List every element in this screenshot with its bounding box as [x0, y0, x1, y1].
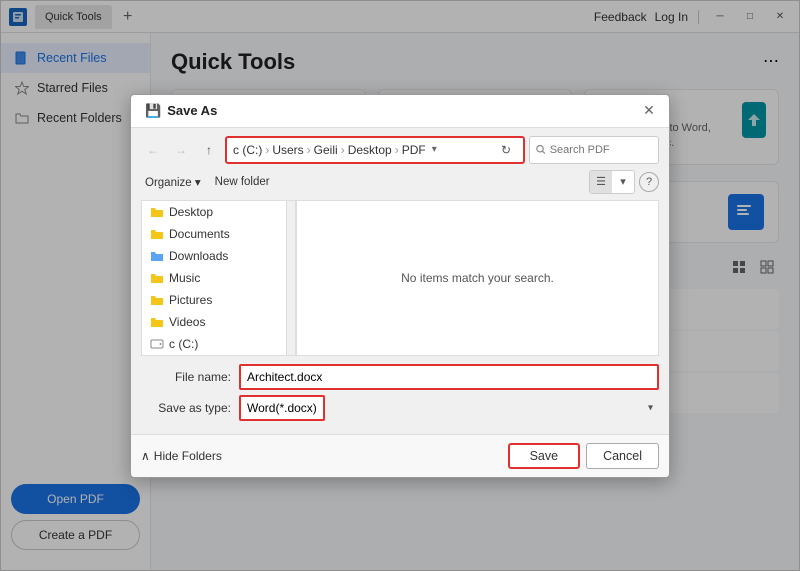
hide-folders-button[interactable]: ∧ Hide Folders: [141, 449, 222, 463]
organize-button[interactable]: Organize ▾: [141, 173, 205, 191]
list-view-button[interactable]: ☰: [590, 171, 612, 193]
separator-icon: ›: [341, 143, 345, 157]
no-match-text: No items match your search.: [401, 271, 554, 285]
tree-item-label: Downloads: [169, 249, 228, 263]
folder-icon: [150, 250, 164, 262]
folder-icon: [150, 316, 164, 328]
breadcrumb-part: Users: [272, 143, 303, 157]
separator-icon: ›: [265, 143, 269, 157]
tree-item-label: Music: [169, 271, 200, 285]
dialog-close-button[interactable]: ✕: [639, 101, 659, 121]
tree-panel: Desktop Documents Downloads Music: [141, 200, 286, 356]
view-toggle: ☰ ▾: [589, 170, 635, 194]
breadcrumb: c (C:) › Users › Geili › Desktop › PDF ▾: [233, 143, 495, 157]
hide-folders-label: Hide Folders: [154, 449, 222, 463]
dialog-toolbar-left: Organize ▾ New folder: [141, 173, 274, 191]
filename-input[interactable]: [239, 364, 659, 390]
breadcrumb-dropdown[interactable]: ▾: [432, 144, 437, 155]
cancel-button[interactable]: Cancel: [586, 443, 659, 469]
dialog-title: 💾 Save As: [145, 103, 217, 119]
tree-item-videos[interactable]: Videos: [142, 311, 286, 333]
details-view-button[interactable]: ▾: [612, 171, 634, 193]
tree-item-label: Documents: [169, 227, 230, 241]
tree-item-label: Desktop: [169, 205, 213, 219]
tree-item-cdrive[interactable]: c (C:): [142, 333, 286, 355]
filename-row: File name:: [141, 364, 659, 390]
tree-item-label: Pictures: [169, 293, 212, 307]
new-folder-button[interactable]: New folder: [211, 174, 274, 190]
dialog-title-text: Save As: [167, 103, 217, 118]
folder-icon: [150, 272, 164, 284]
search-pdf-icon: [536, 144, 546, 155]
save-as-icon: 💾: [145, 103, 161, 119]
tree-item-label: Videos: [169, 315, 205, 329]
up-button[interactable]: ↑: [197, 138, 221, 162]
breadcrumb-part: Desktop: [348, 143, 392, 157]
dialog-toolbar-right: ☰ ▾ ?: [589, 170, 659, 194]
filename-label: File name:: [141, 370, 231, 384]
separator-icon: ›: [395, 143, 399, 157]
tree-item-documents[interactable]: Documents: [142, 223, 286, 245]
folder-icon: [150, 294, 164, 306]
search-pdf-input[interactable]: [550, 144, 652, 156]
breadcrumb-part: c (C:): [233, 143, 262, 157]
save-as-dialog: 💾 Save As ✕ ← → ↑ c (C:) › Users › Geili: [130, 94, 670, 478]
forward-button[interactable]: →: [169, 138, 193, 162]
chevron-up-icon: ∧: [141, 449, 150, 463]
back-button[interactable]: ←: [141, 138, 165, 162]
save-button[interactable]: Save: [508, 443, 581, 469]
tree-item-music[interactable]: Music: [142, 267, 286, 289]
dialog-footer: ∧ Hide Folders Save Cancel: [131, 434, 669, 477]
dialog-actions: Save Cancel: [508, 443, 659, 469]
tree-item-desktop[interactable]: Desktop: [142, 201, 286, 223]
filetype-select[interactable]: Word(*.docx): [239, 395, 325, 421]
folder-icon: [150, 228, 164, 240]
filetype-select-wrapper: Word(*.docx): [239, 395, 659, 421]
folder-icon: [150, 206, 164, 218]
dialog-overlay: 💾 Save As ✕ ← → ↑ c (C:) › Users › Geili: [0, 0, 800, 571]
separator-icon: ›: [307, 143, 311, 157]
refresh-button[interactable]: ↻: [495, 139, 517, 161]
help-button[interactable]: ?: [639, 172, 659, 192]
dialog-body: ← → ↑ c (C:) › Users › Geili › Desktop ›…: [131, 128, 669, 434]
filetype-row: Save as type: Word(*.docx): [141, 395, 659, 421]
tree-item-label: c (C:): [169, 337, 198, 351]
filetype-label: Save as type:: [141, 401, 231, 415]
fields-area: File name: Save as type: Word(*.docx): [141, 364, 659, 421]
address-bar[interactable]: c (C:) › Users › Geili › Desktop › PDF ▾…: [225, 136, 525, 164]
tree-area: Desktop Documents Downloads Music: [141, 200, 296, 356]
breadcrumb-part: Geili: [314, 143, 338, 157]
main-panel: No items match your search.: [296, 200, 659, 356]
tree-item-pictures[interactable]: Pictures: [142, 289, 286, 311]
search-pdf-box[interactable]: [529, 136, 659, 164]
drive-icon: [150, 337, 164, 351]
tree-item-downloads[interactable]: Downloads: [142, 245, 286, 267]
file-panel: Desktop Documents Downloads Music: [141, 200, 659, 356]
tree-scrollbar[interactable]: [286, 200, 296, 356]
dialog-toolbar-row: Organize ▾ New folder ☰ ▾ ?: [141, 170, 659, 194]
breadcrumb-part: PDF: [402, 143, 426, 157]
address-bar-row: ← → ↑ c (C:) › Users › Geili › Desktop ›…: [141, 136, 659, 164]
dialog-titlebar: 💾 Save As ✕: [131, 95, 669, 128]
